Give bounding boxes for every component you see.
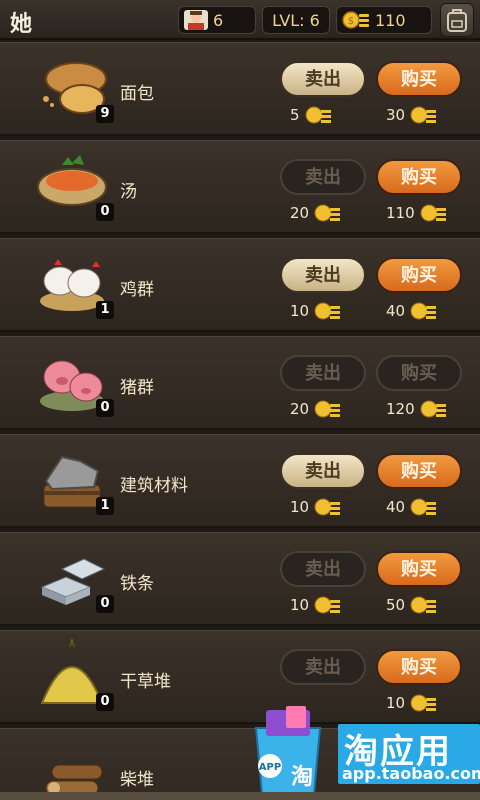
shop-row-soup: 0 汤 卖出 购买 20 110 bbox=[0, 140, 480, 234]
item-count: 1 bbox=[96, 497, 114, 515]
buy-button[interactable]: 购买 bbox=[376, 453, 462, 489]
item-count: 9 bbox=[96, 105, 114, 123]
buy-button[interactable]: 购买 bbox=[376, 159, 462, 195]
shop-row-pigs: 0 猪群 卖出 购买 20 120 bbox=[0, 336, 480, 430]
gold-coins-icon bbox=[305, 106, 331, 124]
item-name: 铁条 bbox=[120, 574, 154, 594]
item-count: 1 bbox=[96, 301, 114, 319]
buy-button[interactable]: 购买 bbox=[376, 355, 462, 391]
sell-price-value: 10 bbox=[290, 596, 310, 614]
item-name: 建筑材料 bbox=[120, 476, 188, 496]
ad-url: app.taobao.com bbox=[342, 764, 480, 783]
sell-price: 20 bbox=[290, 201, 341, 225]
ad-text-panel: 淘应用 app.taobao.com bbox=[338, 724, 480, 784]
item-name: 鸡群 bbox=[120, 280, 154, 300]
sell-price: 10 bbox=[290, 593, 341, 617]
workers-count: 6 bbox=[213, 10, 224, 30]
gold-coins-icon bbox=[314, 596, 341, 614]
sell-price: 10 bbox=[290, 495, 341, 519]
buy-price: 110 bbox=[386, 201, 447, 225]
gold-coins-icon bbox=[314, 204, 341, 222]
svg-text:$: $ bbox=[348, 16, 354, 27]
svg-text:淘: 淘 bbox=[291, 764, 313, 790]
shop-row-iron-bars: 0 铁条 卖出 购买 10 50 bbox=[0, 532, 480, 626]
gold-coins-icon bbox=[410, 302, 437, 320]
buy-button[interactable]: 购买 bbox=[376, 257, 462, 293]
sell-button[interactable]: 卖出 bbox=[280, 649, 366, 685]
buy-price-value: 30 bbox=[386, 106, 406, 124]
item-name: 汤 bbox=[120, 182, 137, 202]
item-name: 柴堆 bbox=[120, 770, 154, 790]
firewood-icon bbox=[45, 764, 103, 796]
coin-balance: $ 110 bbox=[336, 6, 432, 34]
top-bar: 她 6 LVL: 6 $ 110 bbox=[0, 0, 480, 40]
level-indicator: LVL: 6 bbox=[262, 6, 330, 34]
buy-price: 40 bbox=[386, 495, 437, 519]
chef-avatar-icon bbox=[184, 10, 208, 30]
gold-coins-icon bbox=[314, 498, 341, 516]
buy-price: 50 bbox=[386, 593, 437, 617]
shop-row-bread: 9 面包 卖出 购买 5 30 bbox=[0, 42, 480, 136]
buy-price: 120 bbox=[386, 397, 447, 421]
inventory-button[interactable] bbox=[440, 3, 474, 37]
buy-price: 40 bbox=[386, 299, 437, 323]
item-name: 猪群 bbox=[120, 378, 154, 398]
item-name: 干草堆 bbox=[120, 672, 171, 692]
workers-counter: 6 bbox=[178, 6, 256, 34]
sell-price: 10 bbox=[290, 299, 341, 323]
page-title: 她 bbox=[10, 12, 33, 37]
gold-coins-icon: $ bbox=[342, 11, 369, 29]
gold-coins-icon bbox=[420, 400, 446, 418]
shopping-bag-icon: APP 淘 bbox=[254, 706, 322, 795]
sell-price: 5 bbox=[290, 103, 332, 127]
buy-price-value: 40 bbox=[386, 302, 406, 320]
buy-price-value: 40 bbox=[386, 498, 406, 516]
backpack-icon bbox=[447, 9, 467, 32]
sell-price-value: 5 bbox=[290, 106, 300, 124]
gold-coins-icon bbox=[410, 106, 437, 124]
level-text: LVL: 6 bbox=[272, 10, 320, 30]
gold-coins-icon bbox=[410, 596, 437, 614]
buy-price: 30 bbox=[386, 103, 437, 127]
sell-button[interactable]: 卖出 bbox=[280, 257, 366, 293]
gold-coins-icon bbox=[314, 400, 341, 418]
coin-balance-value: 110 bbox=[375, 10, 406, 30]
shop-row-building-materials: 1 建筑材料 卖出 购买 10 40 bbox=[0, 434, 480, 528]
item-count: 0 bbox=[96, 399, 114, 417]
gold-coins-icon bbox=[314, 302, 341, 320]
buy-button[interactable]: 购买 bbox=[376, 61, 462, 97]
sell-button[interactable]: 卖出 bbox=[280, 453, 366, 489]
taobao-ad-banner[interactable]: APP 淘 淘应用 app.taobao.com bbox=[242, 704, 480, 800]
sell-button[interactable]: 卖出 bbox=[280, 159, 366, 195]
shop-row-chickens: 1 鸡群 卖出 购买 10 40 bbox=[0, 238, 480, 332]
ad-bag-text: APP bbox=[259, 762, 281, 773]
buy-button[interactable]: 购买 bbox=[376, 649, 462, 685]
buy-price-value: 110 bbox=[386, 204, 415, 222]
item-count: 0 bbox=[96, 203, 114, 221]
sell-price-value: 10 bbox=[290, 498, 310, 516]
sell-price: 20 bbox=[290, 397, 341, 421]
sell-button[interactable]: 卖出 bbox=[280, 61, 366, 97]
item-count: 0 bbox=[96, 595, 114, 613]
sell-price-value: 20 bbox=[290, 204, 310, 222]
buy-price-value: 120 bbox=[386, 400, 415, 418]
item-name: 面包 bbox=[120, 84, 154, 104]
buy-button[interactable]: 购买 bbox=[376, 551, 462, 587]
item-count: 0 bbox=[96, 693, 114, 711]
gold-coins-icon bbox=[410, 498, 437, 516]
sell-button[interactable]: 卖出 bbox=[280, 551, 366, 587]
sell-button[interactable]: 卖出 bbox=[280, 355, 366, 391]
sell-price-value: 10 bbox=[290, 302, 310, 320]
bottom-bar bbox=[0, 792, 480, 800]
gold-coins-icon bbox=[420, 204, 446, 222]
buy-price-value: 50 bbox=[386, 596, 406, 614]
sell-price-value: 20 bbox=[290, 400, 310, 418]
